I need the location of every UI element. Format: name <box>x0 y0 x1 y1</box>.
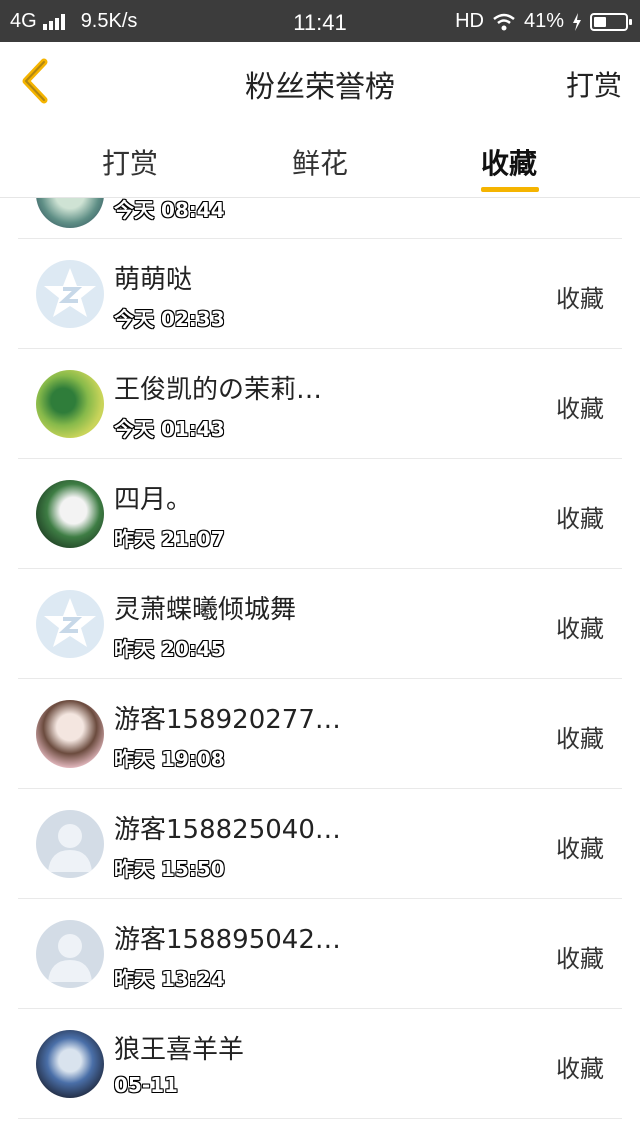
battery-icon <box>590 12 632 31</box>
item-time: 昨天 20:45 <box>114 637 225 661</box>
list-item[interactable]: 王俊凯的の茉莉… 今天 01:43 收藏 <box>18 349 622 459</box>
tab-flowers[interactable]: 鲜花 <box>292 142 348 182</box>
tab-bar: 打赏 鲜花 收藏 <box>0 120 640 198</box>
cartoon-avatar <box>36 1030 104 1098</box>
item-action: 收藏 <box>556 835 604 863</box>
item-time: 05-11 <box>114 1073 178 1097</box>
anime-avatar <box>36 700 104 768</box>
active-tab-indicator <box>481 187 539 192</box>
avatar <box>36 198 104 228</box>
battery-percent: 41% <box>523 10 564 32</box>
tab-reward[interactable]: 打赏 <box>102 142 158 182</box>
item-action: 收藏 <box>556 285 604 313</box>
default-q-avatar <box>36 590 104 658</box>
item-name: 萌萌哒 <box>114 265 193 295</box>
item-time: 今天 08:44 <box>114 198 225 222</box>
item-action: 收藏 <box>556 1055 604 1083</box>
page-title: 粉丝荣誉榜 <box>245 70 395 105</box>
charging-icon <box>573 12 581 31</box>
reward-button[interactable]: 打赏 <box>566 64 622 104</box>
item-time: 今天 02:33 <box>114 307 225 331</box>
item-action: 收藏 <box>556 725 604 753</box>
item-name: 王俊凯的の茉莉… <box>114 375 323 405</box>
item-name: 游客158920277… <box>114 705 341 735</box>
item-time: 昨天 21:07 <box>114 527 225 551</box>
list-item[interactable]: 灵萧蝶曦倾城舞 昨天 20:45 收藏 <box>18 569 622 679</box>
list-item[interactable]: 萌萌哒 今天 02:33 收藏 <box>18 239 622 349</box>
item-name: 游客158825040… <box>114 815 341 845</box>
item-action: 收藏 <box>556 945 604 973</box>
default-person-avatar <box>36 920 104 988</box>
item-time: 昨天 13:24 <box>114 967 225 991</box>
list-item[interactable]: 游客158920277… 昨天 19:08 收藏 <box>18 679 622 789</box>
list-item[interactable]: 四月。 昨天 21:07 收藏 <box>18 459 622 569</box>
favorites-list[interactable]: 今天 08:44 萌萌哒 今天 02:33 收藏 王俊凯的の茉莉… 今天 01:… <box>18 198 622 1138</box>
hd-indicator: HD <box>455 10 484 32</box>
item-time: 昨天 19:08 <box>114 747 225 771</box>
item-time: 昨天 15:50 <box>114 857 225 881</box>
wifi-icon <box>493 13 515 30</box>
item-name: 游客158895042… <box>114 925 341 955</box>
item-name: 四月。 <box>114 485 193 515</box>
default-person-avatar <box>36 810 104 878</box>
item-action: 收藏 <box>556 505 604 533</box>
item-time: 今天 01:43 <box>114 417 225 441</box>
item-name: 狼王喜羊羊 <box>114 1035 245 1065</box>
tab-favorites[interactable]: 收藏 <box>481 142 537 182</box>
header: 粉丝荣誉榜 打赏 <box>0 42 640 121</box>
status-bar: 4G 9.5K/s 11:41 HD 41% <box>0 0 640 42</box>
photo-avatar <box>36 370 104 438</box>
item-action: 收藏 <box>556 395 604 423</box>
default-q-avatar <box>36 260 104 328</box>
status-right: HD 41% <box>455 10 632 33</box>
list-item[interactable]: 游客158825040… 昨天 15:50 收藏 <box>18 789 622 899</box>
list-item[interactable]: 今天 08:44 <box>18 198 622 239</box>
list-item[interactable]: 狼王喜羊羊 05-11 收藏 <box>18 1009 622 1119</box>
list-item[interactable]: 游客158895042… 昨天 13:24 收藏 <box>18 899 622 1009</box>
anime-avatar <box>36 480 104 548</box>
item-action: 收藏 <box>556 615 604 643</box>
item-name: 灵萧蝶曦倾城舞 <box>114 595 297 625</box>
